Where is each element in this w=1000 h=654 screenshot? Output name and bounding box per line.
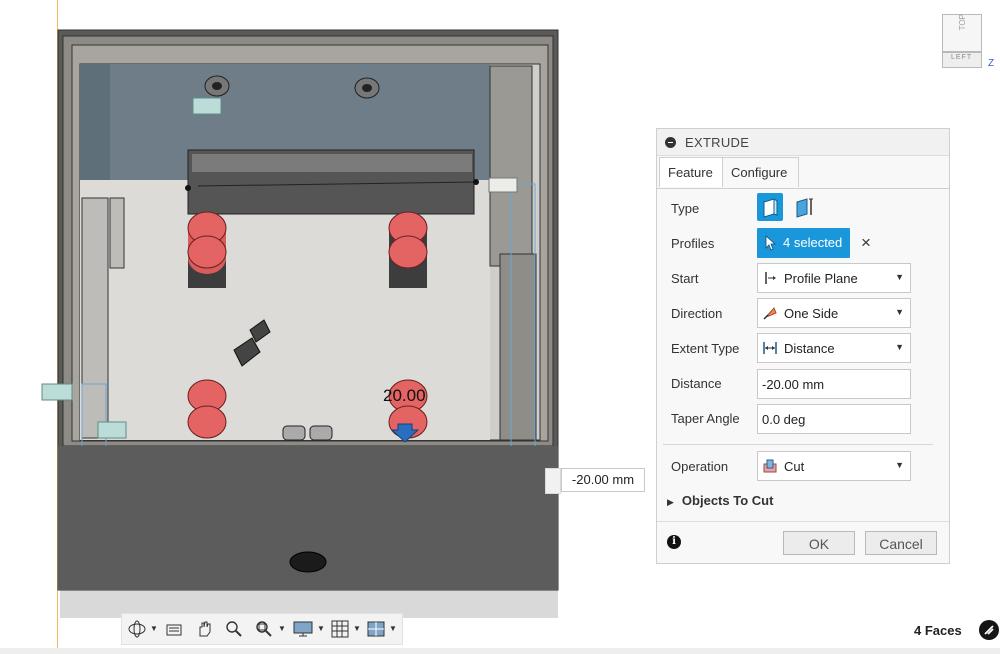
solid-extrude-icon xyxy=(763,198,778,218)
one-side-icon xyxy=(763,307,777,320)
chevron-down-icon[interactable]: ▼ xyxy=(150,624,158,633)
extrude-dialog: EXTRUDE Feature Configure Type Profiles … xyxy=(656,128,950,564)
model-viewport[interactable]: 20.00 xyxy=(0,0,640,654)
cursor-icon xyxy=(765,235,777,251)
cancel-button[interactable]: Cancel xyxy=(865,531,937,555)
direction-value: One Side xyxy=(784,306,839,321)
tab-marker xyxy=(488,177,518,193)
distance-label: Distance xyxy=(671,376,722,391)
selection-status: 4 Faces xyxy=(914,623,962,638)
chevron-down-icon[interactable]: ▼ xyxy=(353,624,361,633)
look-at-icon[interactable] xyxy=(164,619,184,639)
profiles-count: 4 selected xyxy=(783,235,843,250)
chevron-down-icon[interactable]: ▼ xyxy=(389,624,397,633)
start-dropdown[interactable]: Profile Plane ▼ xyxy=(757,263,911,293)
left-slot xyxy=(81,197,109,439)
objects-to-cut-toggle[interactable]: ▶ Objects To Cut xyxy=(667,493,773,508)
direction-label: Direction xyxy=(671,306,723,321)
operation-value: Cut xyxy=(784,459,805,474)
objects-to-cut-label: Objects To Cut xyxy=(681,493,774,508)
chevron-down-icon[interactable]: ▼ xyxy=(278,624,286,633)
dimension-input[interactable]: -20.00 mm xyxy=(561,468,645,492)
right-rib-lower xyxy=(499,253,537,441)
dimension-drag-handle[interactable] xyxy=(545,468,561,494)
view-cube-left-label: LEFT xyxy=(951,54,973,61)
collapse-icon[interactable] xyxy=(665,137,676,148)
info-icon[interactable]: i xyxy=(667,535,681,549)
view-cube-top-label: TOP xyxy=(958,14,967,31)
dialog-title: EXTRUDE xyxy=(685,135,750,150)
extent-type-dropdown[interactable]: Distance ▼ xyxy=(757,333,911,363)
start-value: Profile Plane xyxy=(784,271,858,286)
chevron-down-icon: ▼ xyxy=(895,272,904,282)
dialog-header[interactable]: EXTRUDE xyxy=(657,129,949,156)
front-hole xyxy=(289,551,327,573)
pan-icon[interactable] xyxy=(194,619,214,639)
navigation-toolbar: ▼ ▼ ▼ ▼ ▼ xyxy=(121,613,403,645)
display-settings-icon[interactable] xyxy=(292,619,314,639)
extrude-thin-type-button[interactable] xyxy=(791,193,817,221)
cylinder-top-right[interactable] xyxy=(388,211,428,288)
distance-icon xyxy=(763,342,777,354)
grid-icon[interactable] xyxy=(330,619,350,639)
left-slot-small xyxy=(109,197,125,269)
profile-plane-icon xyxy=(765,272,776,284)
selection-filter-icon[interactable] xyxy=(979,620,999,640)
taper-angle-label: Taper Angle xyxy=(671,411,740,426)
chevron-down-icon: ▼ xyxy=(895,307,904,317)
tab-configure[interactable]: Configure xyxy=(723,157,799,187)
thin-extrude-icon xyxy=(796,198,813,218)
profiles-label: Profiles xyxy=(671,236,715,251)
tab-feature[interactable]: Feature xyxy=(659,157,723,187)
fit-icon[interactable] xyxy=(254,619,274,639)
distance-value: -20.00 mm xyxy=(762,377,825,392)
extrude-solid-type-button[interactable] xyxy=(757,193,783,221)
operation-dropdown[interactable]: Cut ▼ xyxy=(757,451,911,481)
cut-icon xyxy=(763,459,777,473)
profiles-select-button[interactable]: 4 selected xyxy=(757,228,850,258)
taper-angle-input[interactable]: 0.0 deg xyxy=(757,404,911,434)
extent-type-label: Extent Type xyxy=(671,341,740,356)
ok-button[interactable]: OK xyxy=(783,531,855,555)
distance-input[interactable]: -20.00 mm xyxy=(757,369,911,399)
orbit-icon[interactable] xyxy=(126,619,148,639)
start-label: Start xyxy=(671,271,699,286)
view-cube[interactable]: TOP LEFT Z xyxy=(936,10,994,72)
dimension-overlay-label: 20.00 xyxy=(383,386,426,405)
type-label: Type xyxy=(671,201,700,216)
zoom-icon[interactable] xyxy=(224,619,244,639)
chevron-down-icon[interactable]: ▼ xyxy=(317,624,325,633)
tab-marker xyxy=(41,383,73,401)
cylinder-top-left[interactable] xyxy=(187,211,227,288)
floor xyxy=(80,180,490,440)
direction-dropdown[interactable]: One Side ▼ xyxy=(757,298,911,328)
tab-marker xyxy=(97,421,127,439)
clear-selection-icon[interactable]: × xyxy=(861,233,871,253)
dialog-tabs: Feature Configure xyxy=(657,156,949,188)
taper-angle-value: 0.0 deg xyxy=(762,412,806,427)
view-cube-z-axis-label: Z xyxy=(988,58,995,69)
bottom-strip xyxy=(0,648,1000,654)
chevron-down-icon: ▼ xyxy=(895,342,904,352)
tab-marker xyxy=(192,97,222,115)
chevron-down-icon: ▼ xyxy=(895,460,904,470)
operation-label: Operation xyxy=(671,459,729,474)
extent-type-value: Distance xyxy=(784,341,835,356)
cursor-icon xyxy=(984,625,994,635)
expand-triangle-icon: ▶ xyxy=(667,497,674,507)
center-bar-top xyxy=(192,154,472,172)
viewports-icon[interactable] xyxy=(366,619,386,639)
